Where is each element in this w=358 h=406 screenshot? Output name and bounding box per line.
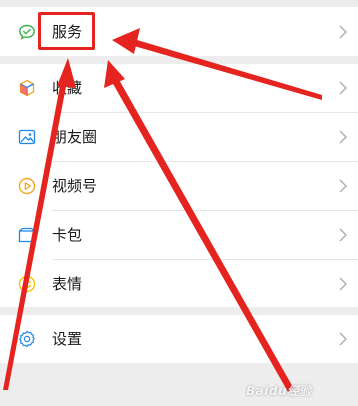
settings-icon	[19, 330, 35, 348]
features-section: 收藏 朋友圈 视频号 卡包 表情	[0, 64, 358, 307]
menu-item-label: 收藏	[52, 79, 83, 97]
top-gap	[0, 0, 358, 7]
watermark: Baidu经验	[246, 384, 312, 398]
channels-icon	[18, 177, 36, 195]
chevron-right-icon	[339, 130, 348, 144]
menu-item-card-wallet[interactable]: 卡包	[0, 211, 358, 259]
menu-item-channels[interactable]: 视频号	[0, 162, 358, 210]
service-icon	[19, 24, 35, 40]
chevron-right-icon	[339, 332, 348, 346]
chevron-right-icon	[339, 277, 348, 291]
favorites-icon	[19, 79, 35, 97]
chevron-right-icon	[339, 25, 348, 39]
menu-item-label: 视频号	[52, 177, 98, 195]
chevron-right-icon	[339, 228, 348, 242]
menu-item-label: 设置	[52, 330, 83, 348]
chevron-right-icon	[339, 81, 348, 95]
menu-item-label: 朋友圈	[52, 128, 98, 146]
menu-item-emoji[interactable]: 表情	[0, 260, 358, 308]
menu-item-moments[interactable]: 朋友圈	[0, 113, 358, 161]
menu-item-favorites[interactable]: 收藏	[0, 64, 358, 112]
card-wallet-icon	[18, 227, 36, 243]
menu-item-label: 表情	[52, 275, 83, 293]
menu-item-settings[interactable]: 设置	[0, 315, 358, 363]
highlight-box	[38, 12, 95, 50]
menu-item-label: 卡包	[52, 226, 83, 244]
moments-icon	[18, 129, 36, 145]
settings-section: 设置	[0, 315, 358, 363]
emoji-icon	[18, 275, 36, 293]
chevron-right-icon	[339, 179, 348, 193]
